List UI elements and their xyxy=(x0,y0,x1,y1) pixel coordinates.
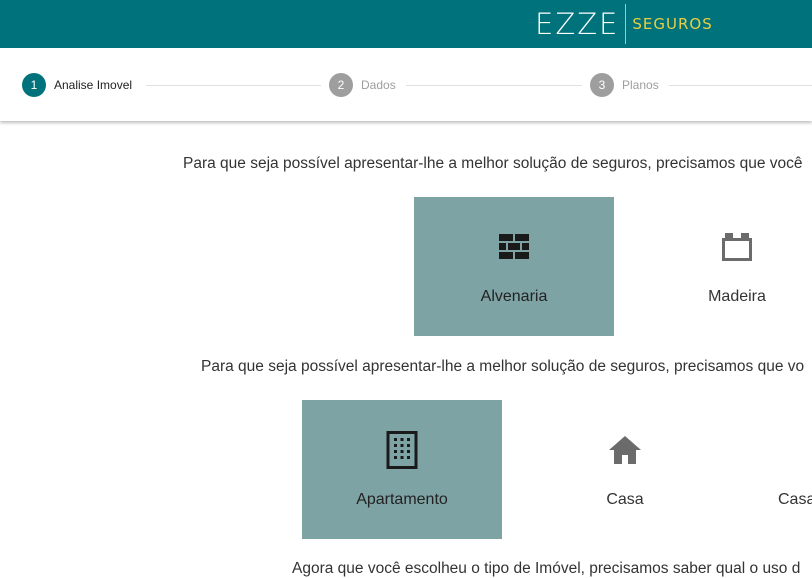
brick-wall-icon xyxy=(497,230,531,264)
step-number: 1 xyxy=(22,73,46,97)
step-label: Planos xyxy=(622,78,659,92)
option-casa[interactable]: Casa xyxy=(525,400,725,539)
progress-stepper: 1 Analise Imovel 2 Dados 3 Planos xyxy=(0,48,812,121)
option-madeira[interactable]: Madeira xyxy=(637,197,812,336)
option-label: Alvenaria xyxy=(480,288,548,305)
logo-main-text: EZZE xyxy=(535,7,620,41)
usage-prompt: Agora que você escolheu o tipo de Imóvel… xyxy=(292,560,801,577)
wood-crate-icon xyxy=(721,230,753,264)
top-header: EZZE SEGUROS xyxy=(0,0,812,48)
step-number: 3 xyxy=(590,73,614,97)
step-connector xyxy=(146,85,321,86)
option-label: Casa xyxy=(606,491,644,508)
step-connector xyxy=(406,85,582,86)
step-analise-imovel[interactable]: 1 Analise Imovel xyxy=(22,73,132,97)
step-planos[interactable]: 3 Planos xyxy=(590,73,659,97)
logo-separator xyxy=(625,4,627,44)
step-number: 2 xyxy=(329,73,353,97)
option-casa-partial[interactable]: Casa xyxy=(748,400,812,539)
option-label: Madeira xyxy=(708,288,766,305)
option-alvenaria[interactable]: Alvenaria xyxy=(414,197,614,336)
option-label: Apartamento xyxy=(356,491,448,508)
building-icon xyxy=(386,431,418,469)
logo-sub-text: SEGUROS xyxy=(632,15,713,33)
step-dados[interactable]: 2 Dados xyxy=(329,73,396,97)
house-icon xyxy=(608,433,642,467)
step-connector xyxy=(669,85,812,86)
step-label: Dados xyxy=(361,78,396,92)
ezze-logo[interactable]: EZZE SEGUROS xyxy=(535,4,713,44)
construction-type-prompt: Para que seja possível apresentar-lhe a … xyxy=(183,155,803,172)
option-label: Casa xyxy=(778,491,812,508)
option-apartamento[interactable]: Apartamento xyxy=(302,400,502,539)
step-label: Analise Imovel xyxy=(54,78,133,92)
property-type-prompt: Para que seja possível apresentar-lhe a … xyxy=(201,358,805,375)
